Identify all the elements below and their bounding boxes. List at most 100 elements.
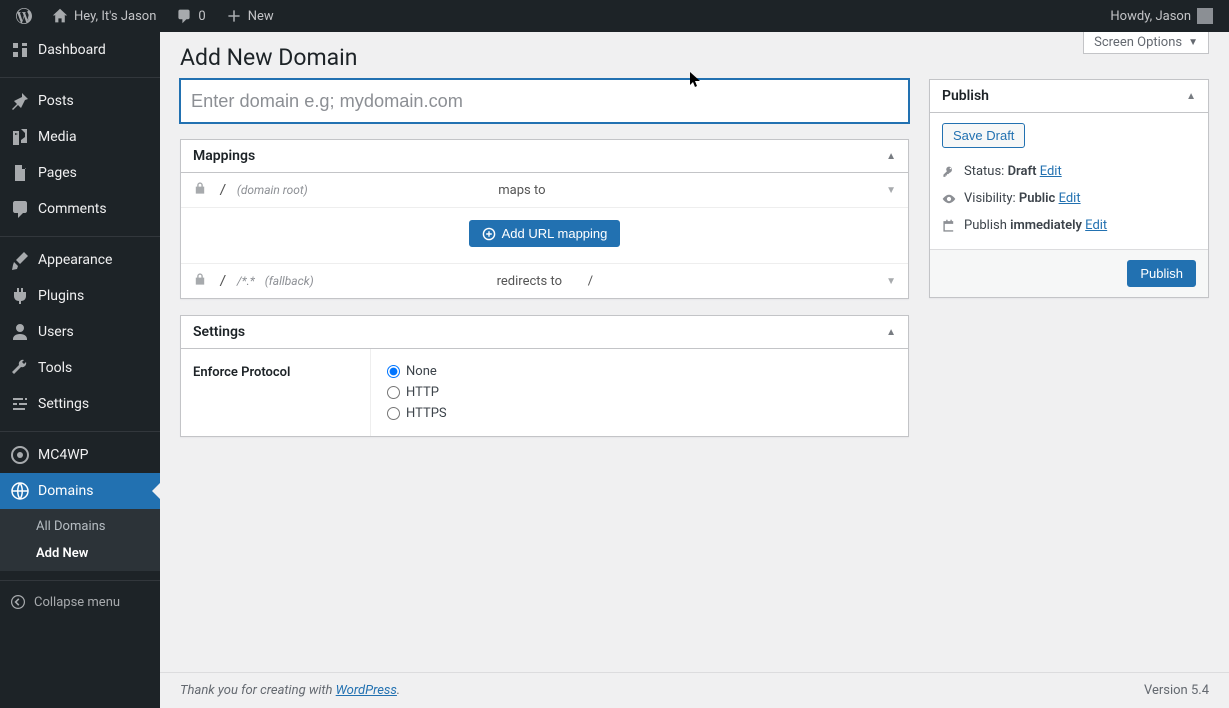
mappings-panel: Mappings ▲ / (domain root) maps to ▼: [180, 139, 909, 299]
protocol-none-radio[interactable]: [387, 365, 400, 378]
menu-label: Media: [38, 129, 77, 145]
chevron-down-icon[interactable]: ▼: [886, 185, 896, 196]
sliders-icon: [10, 394, 30, 414]
submenu-add-new[interactable]: Add New: [0, 540, 160, 567]
key-icon: [942, 165, 956, 179]
comments-icon: [10, 199, 30, 219]
status-value: Draft: [1008, 164, 1037, 179]
panel-toggle-icon[interactable]: ▲: [886, 151, 896, 162]
comments-link[interactable]: 0: [168, 0, 213, 32]
menu-plugins[interactable]: Plugins: [0, 278, 160, 314]
protocol-https-row[interactable]: HTTPS: [387, 403, 892, 424]
wp-logo[interactable]: [8, 0, 40, 32]
mapping-root-row[interactable]: / (domain root) maps to ▼: [181, 173, 908, 208]
wordpress-link[interactable]: WordPress: [336, 683, 397, 698]
add-url-mapping-button[interactable]: Add URL mapping: [469, 220, 621, 247]
protocol-http-label: HTTP: [406, 385, 439, 400]
publish-header[interactable]: Publish ▲: [930, 80, 1208, 113]
menu-label: Tools: [38, 360, 72, 376]
screen-options-label: Screen Options: [1094, 35, 1182, 50]
calendar-icon: [942, 219, 956, 233]
media-icon: [10, 127, 30, 147]
root-note: (domain root): [237, 183, 308, 197]
mouse-cursor: [690, 72, 702, 88]
menu-users[interactable]: Users: [0, 314, 160, 350]
menu-separator: [0, 576, 160, 581]
menu-dashboard[interactable]: Dashboard: [0, 32, 160, 68]
schedule-label: Publish: [964, 218, 1007, 233]
root-slash: /: [219, 183, 227, 198]
settings-header[interactable]: Settings ▲: [181, 316, 908, 349]
menu-mc4wp[interactable]: MC4WP: [0, 437, 160, 473]
menu-label: Settings: [38, 396, 89, 412]
lock-icon: [193, 272, 209, 290]
edit-schedule-link[interactable]: Edit: [1085, 218, 1107, 233]
chevron-down-icon[interactable]: ▼: [886, 276, 896, 287]
menu-posts[interactable]: Posts: [0, 83, 160, 119]
protocol-http-row[interactable]: HTTP: [387, 382, 892, 403]
protocol-none-row[interactable]: None: [387, 361, 892, 382]
menu-appearance[interactable]: Appearance: [0, 242, 160, 278]
content-area: Screen Options ▼ Add New Domain Mappings…: [160, 32, 1229, 708]
save-draft-button[interactable]: Save Draft: [942, 123, 1025, 148]
my-account-link[interactable]: Howdy, Jason: [1102, 0, 1221, 32]
screen-options-toggle[interactable]: Screen Options ▼: [1083, 32, 1209, 54]
menu-separator: [0, 232, 160, 237]
visibility-value: Public: [1019, 191, 1055, 206]
menu-label: Users: [38, 324, 74, 340]
plus-icon: [226, 8, 242, 24]
comments-count: 0: [198, 9, 205, 24]
menu-comments[interactable]: Comments: [0, 191, 160, 227]
menu-domains[interactable]: Domains: [0, 473, 160, 509]
collapse-menu-button[interactable]: Collapse menu: [0, 586, 160, 618]
globe-icon: [10, 481, 30, 501]
menu-label: Posts: [38, 93, 74, 109]
menu-label: Appearance: [38, 252, 112, 268]
new-content-link[interactable]: New: [218, 0, 282, 32]
add-mapping-label: Add URL mapping: [502, 226, 608, 241]
edit-status-link[interactable]: Edit: [1040, 164, 1062, 179]
protocol-http-radio[interactable]: [387, 386, 400, 399]
schedule-line: Publish immediately Edit: [942, 212, 1196, 239]
menu-tools[interactable]: Tools: [0, 350, 160, 386]
dashboard-icon: [10, 40, 30, 60]
mappings-title: Mappings: [193, 148, 255, 164]
comment-icon: [176, 8, 192, 24]
mappings-header[interactable]: Mappings ▲: [181, 140, 908, 173]
schedule-value: immediately: [1010, 218, 1082, 233]
brush-icon: [10, 250, 30, 270]
menu-label: Comments: [38, 201, 107, 217]
fallback-note: (fallback): [265, 274, 314, 288]
panel-toggle-icon[interactable]: ▲: [1186, 91, 1196, 102]
plus-circle-icon: [482, 227, 496, 241]
admin-footer: Thank you for creating with WordPress. V…: [160, 672, 1229, 708]
menu-settings[interactable]: Settings: [0, 386, 160, 422]
edit-visibility-link[interactable]: Edit: [1059, 191, 1081, 206]
wordpress-icon: [16, 8, 32, 24]
page-icon: [10, 163, 30, 183]
menu-separator: [0, 427, 160, 432]
howdy-text: Howdy, Jason: [1110, 9, 1191, 24]
submenu-all-domains[interactable]: All Domains: [0, 513, 160, 540]
fallback-verb: redirects to: [497, 274, 562, 289]
home-icon: [52, 8, 68, 24]
collapse-label: Collapse menu: [34, 595, 120, 610]
site-name-link[interactable]: Hey, It's Jason: [44, 0, 164, 32]
mapping-fallback-row[interactable]: / /*.* (fallback) redirects to / ▼: [181, 263, 908, 298]
settings-panel: Settings ▲ Enforce Protocol None HTTP HT…: [180, 315, 909, 437]
menu-separator: [0, 73, 160, 78]
menu-pages[interactable]: Pages: [0, 155, 160, 191]
collapse-icon: [10, 594, 26, 610]
protocol-none-label: None: [406, 364, 437, 379]
panel-toggle-icon[interactable]: ▲: [886, 327, 896, 338]
avatar: [1197, 8, 1213, 24]
lock-icon: [193, 181, 209, 199]
menu-media[interactable]: Media: [0, 119, 160, 155]
publish-button[interactable]: Publish: [1127, 260, 1196, 287]
admin-sidebar: Dashboard Posts Media Pages Comments App…: [0, 32, 160, 708]
publish-panel: Publish ▲ Save Draft Status: Draft Edit: [929, 79, 1209, 298]
menu-label: MC4WP: [38, 447, 88, 463]
wrench-icon: [10, 358, 30, 378]
domain-input[interactable]: [180, 79, 909, 123]
protocol-https-radio[interactable]: [387, 407, 400, 420]
